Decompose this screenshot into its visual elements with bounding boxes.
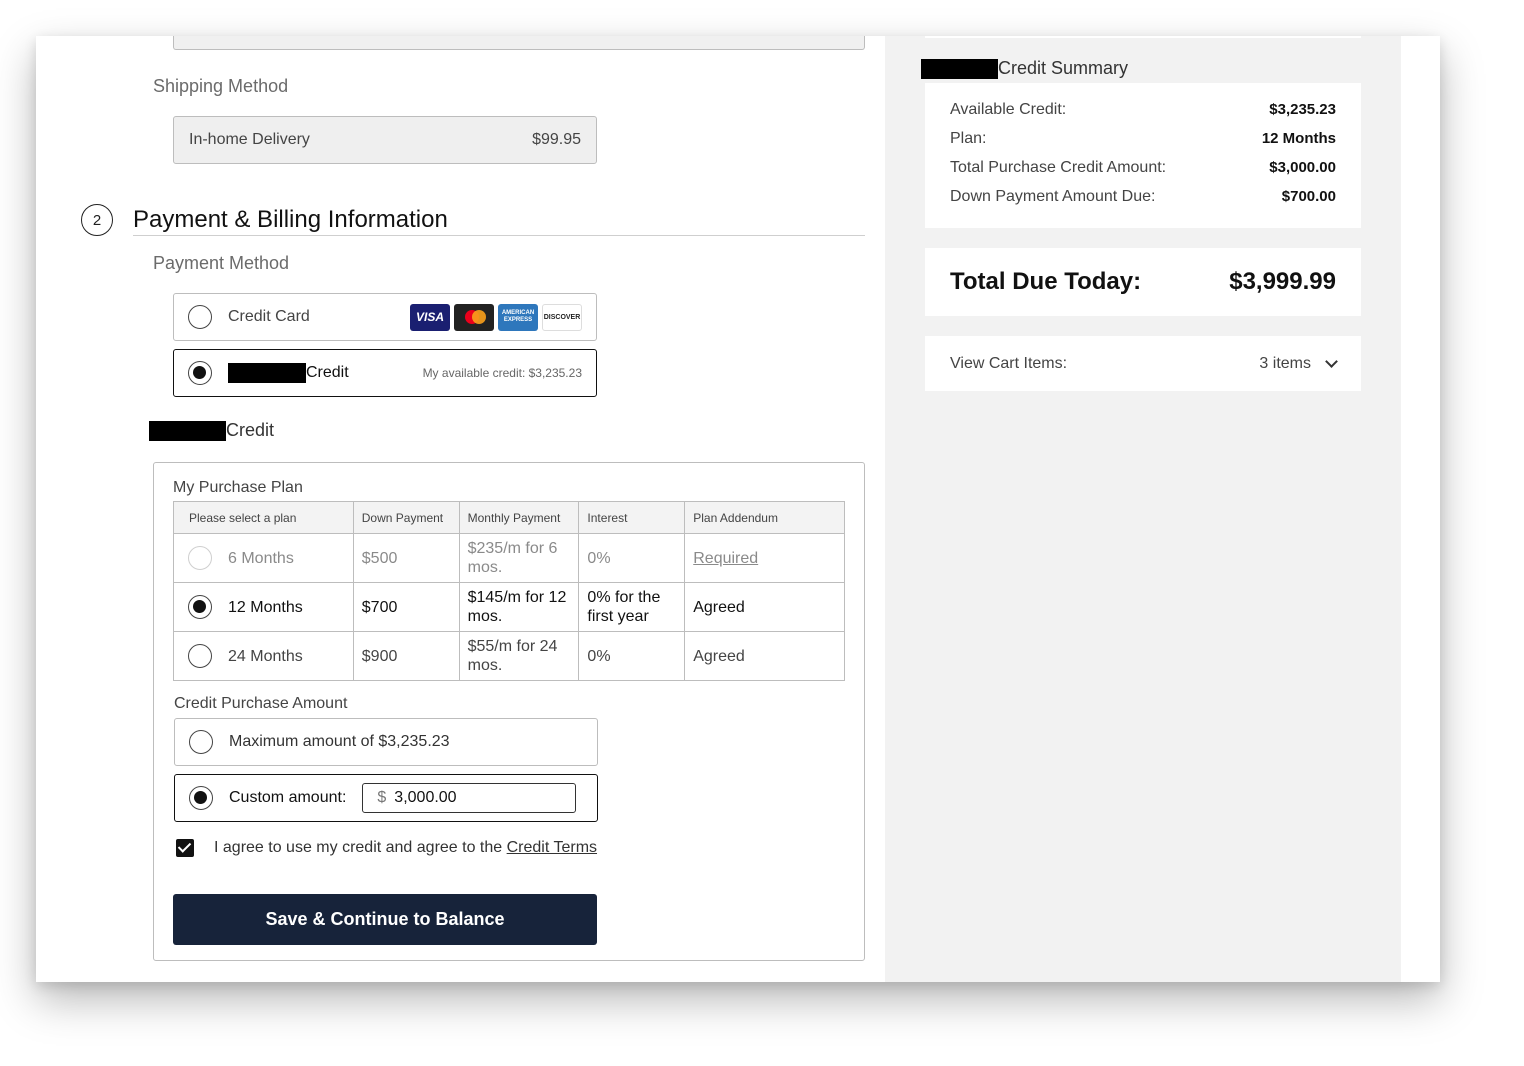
card-logos: VISA AMERICAN EXPRESS DISCOVER: [410, 303, 582, 331]
total-due-card: Total Due Today: $3,999.99: [925, 248, 1361, 316]
credit-heading-label: Credit: [226, 420, 275, 440]
plan-24-radio[interactable]: [188, 644, 212, 668]
credit-heading: Credit: [149, 420, 274, 441]
plan-interest: 0% for the first year: [578, 582, 686, 632]
plan-down-payment: $900: [352, 631, 460, 681]
plan-table: Please select a plan Down Payment Monthl…: [173, 501, 845, 681]
plan-interest: 0%: [578, 533, 686, 583]
payment-option-store-credit[interactable]: Credit My available credit: $3,235.23: [173, 349, 597, 397]
purchase-plan-panel: My Purchase Plan Please select a plan Do…: [153, 462, 865, 961]
table-row[interactable]: 6 Months $500 $235/m for 6 mos. 0% Requi…: [173, 533, 845, 583]
column-header: Plan Addendum: [684, 501, 845, 534]
purchase-plan-title: My Purchase Plan: [173, 479, 303, 496]
plan-monthly: $55/m for 24 mos.: [458, 631, 580, 681]
visa-logo-icon: VISA: [410, 303, 450, 331]
store-credit-radio[interactable]: [188, 361, 212, 385]
plan-name: 24 Months: [228, 647, 303, 665]
agree-text: I agree to use my credit and agree to th…: [214, 839, 507, 856]
plan-down-payment: $700: [352, 582, 460, 632]
summary-value: $3,235.23: [1269, 101, 1336, 118]
table-header-row: Please select a plan Down Payment Monthl…: [173, 501, 845, 534]
table-row[interactable]: 24 Months $900 $55/m for 24 mos. 0% Agre…: [173, 631, 845, 681]
shipping-option[interactable]: In-home Delivery $99.95: [173, 116, 597, 164]
save-continue-button[interactable]: Save & Continue to Balance: [173, 894, 597, 945]
view-cart-toggle[interactable]: View Cart Items: 3 items: [925, 336, 1361, 391]
plan-monthly: $235/m for 6 mos.: [458, 533, 580, 583]
column-header: Interest: [578, 501, 686, 534]
section-title: Payment & Billing Information: [133, 206, 448, 233]
summary-label: Plan:: [950, 130, 987, 147]
shipping-option-price: $99.95: [532, 131, 581, 148]
custom-amount-value: 3,000.00: [394, 789, 457, 806]
custom-amount-radio[interactable]: [189, 786, 213, 810]
max-amount-option[interactable]: Maximum amount of $3,235.23: [174, 718, 598, 766]
summary-row: Available Credit: $3,235.23: [950, 101, 1336, 130]
plan-12-radio[interactable]: [188, 595, 212, 619]
summary-value: 12 Months: [1261, 130, 1336, 147]
address-input-remnant[interactable]: [173, 36, 865, 50]
max-amount-radio[interactable]: [189, 730, 213, 754]
plan-interest: 0%: [578, 631, 686, 681]
total-due-label: Total Due Today:: [950, 268, 1142, 295]
plan-monthly: $145/m for 12 mos.: [458, 582, 580, 632]
divider: [925, 36, 1361, 38]
mastercard-logo-icon: [454, 303, 494, 331]
credit-summary-title: Credit Summary: [998, 58, 1129, 78]
credit-terms-link[interactable]: Credit Terms: [507, 839, 597, 857]
plan-down-payment: $500: [352, 533, 460, 583]
plan-name: 12 Months: [228, 598, 303, 616]
plan-6-radio[interactable]: [188, 546, 212, 570]
max-amount-label: Maximum amount of $3,235.23: [229, 733, 450, 750]
redacted-brand: [921, 58, 998, 79]
column-header: Down Payment: [352, 501, 460, 534]
shipping-method-title: Shipping Method: [153, 76, 289, 96]
summary-row: Total Purchase Credit Amount: $3,000.00: [950, 159, 1336, 188]
shipping-option-label: In-home Delivery: [189, 131, 310, 148]
summary-label: Down Payment Amount Due:: [950, 188, 1156, 205]
column-header: Please select a plan: [173, 501, 354, 534]
currency-symbol: $: [377, 789, 387, 806]
cart-count: 3 items: [1259, 354, 1311, 372]
summary-value: $700.00: [1281, 188, 1336, 205]
step-number-badge: 2: [81, 204, 113, 236]
section-divider: [133, 235, 865, 236]
summary-sidebar: Credit Summary Available Credit: $3,235.…: [885, 36, 1401, 982]
custom-amount-option[interactable]: Custom amount: $ 3,000.00: [174, 774, 598, 822]
agree-checkbox[interactable]: [176, 839, 194, 857]
custom-amount-label: Custom amount:: [229, 789, 347, 806]
chevron-down-icon[interactable]: [1325, 355, 1338, 368]
redacted-brand: [228, 363, 306, 383]
credit-summary-heading: Credit Summary: [921, 58, 1128, 79]
summary-label: Available Credit:: [950, 101, 1067, 118]
summary-row: Plan: 12 Months: [950, 130, 1336, 159]
discover-logo-icon: DISCOVER: [542, 303, 582, 331]
summary-value: $3,000.00: [1269, 159, 1336, 176]
amex-logo-icon: AMERICAN EXPRESS: [498, 303, 538, 331]
credit-purchase-amount-title: Credit Purchase Amount: [174, 695, 348, 712]
custom-amount-input[interactable]: $ 3,000.00: [362, 783, 577, 813]
credit-card-label: Credit Card: [228, 308, 310, 325]
plan-name: 6 Months: [228, 549, 294, 567]
available-credit-note: My available credit: $3,235.23: [422, 366, 582, 380]
credit-summary-card: Available Credit: $3,235.23 Plan: 12 Mon…: [925, 83, 1361, 228]
cart-label: View Cart Items:: [950, 354, 1068, 372]
store-credit-label: Credit: [306, 364, 349, 381]
payment-method-title: Payment Method: [153, 253, 290, 273]
plan-addendum: Agreed: [684, 631, 845, 681]
redacted-brand: [149, 420, 226, 441]
plan-addendum: Agreed: [684, 582, 845, 632]
summary-row: Down Payment Amount Due: $700.00: [950, 188, 1336, 217]
payment-option-credit-card[interactable]: Credit Card VISA AMERICAN EXPRESS DISCOV…: [173, 293, 597, 341]
column-header: Monthly Payment: [458, 501, 580, 534]
plan-addendum-link[interactable]: Required: [693, 550, 758, 567]
table-row[interactable]: 12 Months $700 $145/m for 12 mos. 0% for…: [173, 582, 845, 632]
total-due-value: $3,999.99: [1229, 268, 1336, 295]
checkout-window: Shipping Method In-home Delivery $99.95 …: [36, 36, 1440, 982]
summary-label: Total Purchase Credit Amount:: [950, 159, 1167, 176]
credit-card-radio[interactable]: [188, 305, 212, 329]
terms-agreement: I agree to use my credit and agree to th…: [176, 839, 597, 857]
